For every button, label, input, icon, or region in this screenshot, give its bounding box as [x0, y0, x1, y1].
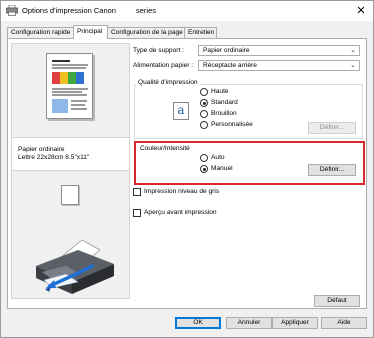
quality-personnalisee-radio[interactable]	[200, 121, 208, 129]
printer-illustration	[36, 239, 114, 294]
preview-area: Papier ordinaire Lettre 22x28cm 8.5"x11"	[11, 43, 130, 299]
tab-principal[interactable]: Principal	[73, 25, 108, 39]
close-icon[interactable]: ✕	[353, 3, 369, 19]
color-auto-label: Auto	[211, 154, 225, 161]
quality-haute-label: Haute	[211, 88, 229, 95]
paper-orientation-icon	[61, 185, 79, 205]
grayscale-checkbox[interactable]	[133, 188, 141, 196]
print-options-window: Options d'impression Canon series ✕ Confi…	[0, 0, 374, 338]
paper-preview	[46, 53, 93, 119]
color-define-button[interactable]: Définir...	[308, 164, 356, 176]
paper-size-text: Lettre 22x28cm 8.5"x11"	[18, 154, 90, 161]
color-auto-radio[interactable]	[200, 154, 208, 162]
cancel-button[interactable]: Annuler	[226, 317, 272, 329]
quality-haute-radio[interactable]	[200, 88, 208, 96]
media-type-select[interactable]: Papier ordinaire ⌄	[198, 45, 360, 56]
quality-brouillon-label: Brouillon	[211, 110, 237, 117]
tab-configuration-page[interactable]: Configuration de la page	[107, 27, 185, 38]
canon-printer-icon	[6, 5, 18, 16]
print-preview-label: Aperçu avant impression	[144, 209, 217, 216]
ok-button[interactable]: OK	[175, 317, 221, 329]
color-manuel-label: Manuel	[211, 165, 233, 172]
color-group-label: Couleur/Intensité	[140, 145, 190, 152]
default-button[interactable]: Défaut	[314, 295, 360, 307]
apply-button[interactable]: Appliquer	[272, 317, 318, 329]
media-type-label: Type de support :	[133, 47, 184, 54]
quality-brouillon-radio[interactable]	[200, 110, 208, 118]
tab-entretien[interactable]: Entretien	[184, 27, 217, 38]
chevron-down-icon: ⌄	[350, 62, 356, 69]
paper-source-select[interactable]: Réceptacle arrière ⌄	[198, 60, 360, 71]
paper-type-text: Papier ordinaire	[18, 146, 65, 153]
quality-define-button[interactable]: Définir...	[308, 122, 356, 134]
print-preview-checkbox[interactable]	[133, 209, 141, 217]
tab-configuration-rapide[interactable]: Configuration rapide	[7, 27, 74, 38]
quality-group-label: Qualité d'impression	[136, 79, 200, 86]
window-title: Options d'impression Canon series	[22, 6, 156, 15]
title-bar: Options d'impression Canon series ✕	[1, 1, 373, 21]
paper-source-label: Alimentation papier :	[133, 62, 194, 69]
grayscale-label: Impression niveau de gris	[144, 188, 220, 195]
quality-standard-radio[interactable]	[200, 99, 208, 107]
text-quality-icon: a	[173, 102, 189, 120]
help-button[interactable]: Aide	[321, 317, 367, 329]
paper-info: Papier ordinaire Lettre 22x28cm 8.5"x11"	[12, 137, 129, 171]
color-manuel-radio[interactable]	[200, 165, 208, 173]
main-panel: Papier ordinaire Lettre 22x28cm 8.5"x11"…	[7, 38, 367, 309]
quality-personnalisee-label: Personnalisée	[211, 121, 253, 128]
quality-standard-label: Standard	[211, 99, 238, 106]
chevron-down-icon: ⌄	[350, 47, 356, 54]
